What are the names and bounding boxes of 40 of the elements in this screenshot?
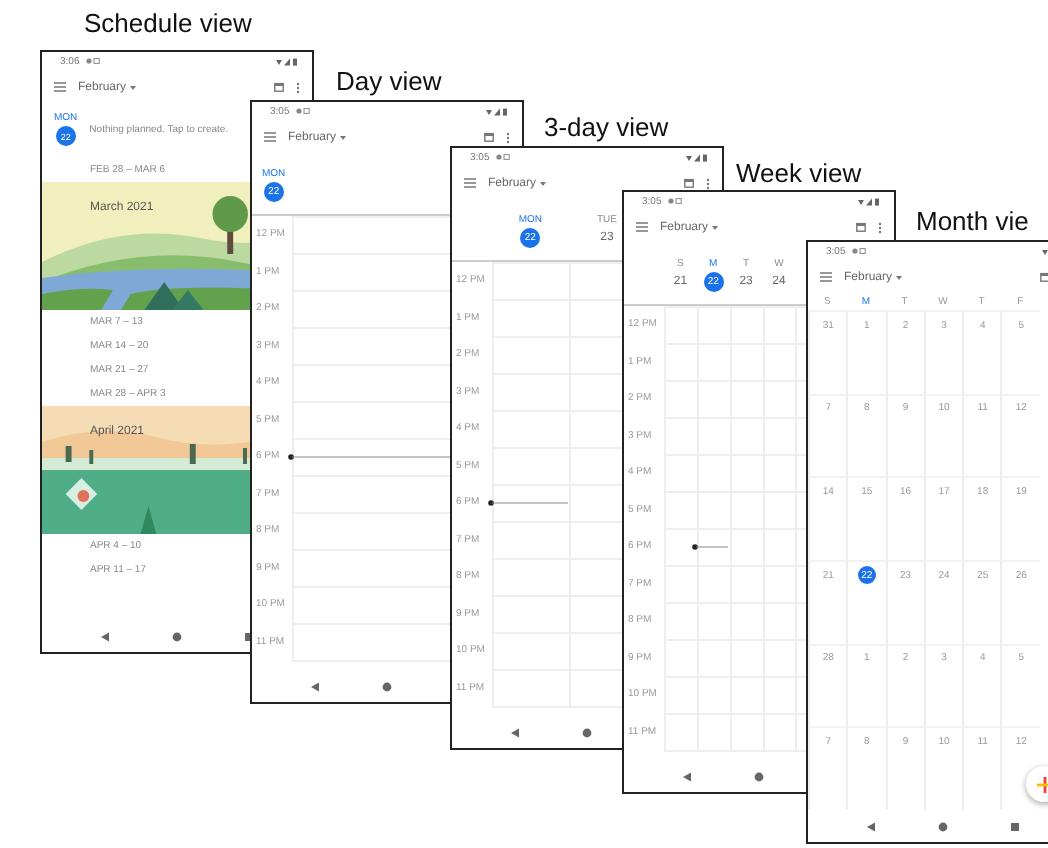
- view-caption: 3-day view: [544, 112, 669, 142]
- caret-icon: [896, 275, 903, 279]
- notification-icon: [851, 248, 866, 254]
- caret-icon: [130, 85, 137, 89]
- caret-icon: [540, 181, 547, 185]
- home-icon[interactable]: [581, 727, 592, 737]
- caret-icon: [712, 225, 719, 229]
- home-icon[interactable]: [937, 821, 948, 831]
- view-caption: Schedule view: [84, 8, 252, 38]
- back-icon[interactable]: [310, 681, 321, 691]
- signal-battery-icon: [276, 57, 298, 65]
- calendar-icon[interactable]: [856, 222, 866, 232]
- plus-icon: [1035, 775, 1048, 793]
- signal-battery-icon: [686, 153, 708, 161]
- calendar-icon[interactable]: [684, 178, 694, 188]
- calendar-icon[interactable]: [484, 132, 494, 142]
- back-icon[interactable]: [510, 727, 521, 737]
- calendar-icon[interactable]: [1040, 272, 1048, 282]
- menu-icon[interactable]: [636, 222, 648, 232]
- back-icon[interactable]: [100, 631, 111, 641]
- menu-icon[interactable]: [464, 178, 476, 188]
- caret-icon: [340, 135, 347, 139]
- view-caption: Day view: [336, 66, 442, 96]
- home-icon[interactable]: [381, 681, 392, 691]
- home-icon[interactable]: [171, 631, 182, 641]
- menu-icon[interactable]: [264, 132, 276, 142]
- menu-icon[interactable]: [54, 82, 66, 92]
- calendar-icon[interactable]: [274, 82, 284, 92]
- back-icon[interactable]: [866, 821, 877, 831]
- back-icon[interactable]: [682, 771, 693, 781]
- view-caption: Month vie: [916, 206, 1029, 236]
- home-icon[interactable]: [753, 771, 764, 781]
- signal-battery-icon: [486, 107, 508, 115]
- notification-icon: [667, 198, 682, 204]
- notification-icon: [85, 58, 100, 64]
- view-caption: Week view: [736, 158, 862, 188]
- menu-icon[interactable]: [820, 272, 832, 282]
- signal-battery-icon: [858, 197, 880, 205]
- notification-icon: [495, 154, 510, 160]
- notification-icon: [295, 108, 310, 114]
